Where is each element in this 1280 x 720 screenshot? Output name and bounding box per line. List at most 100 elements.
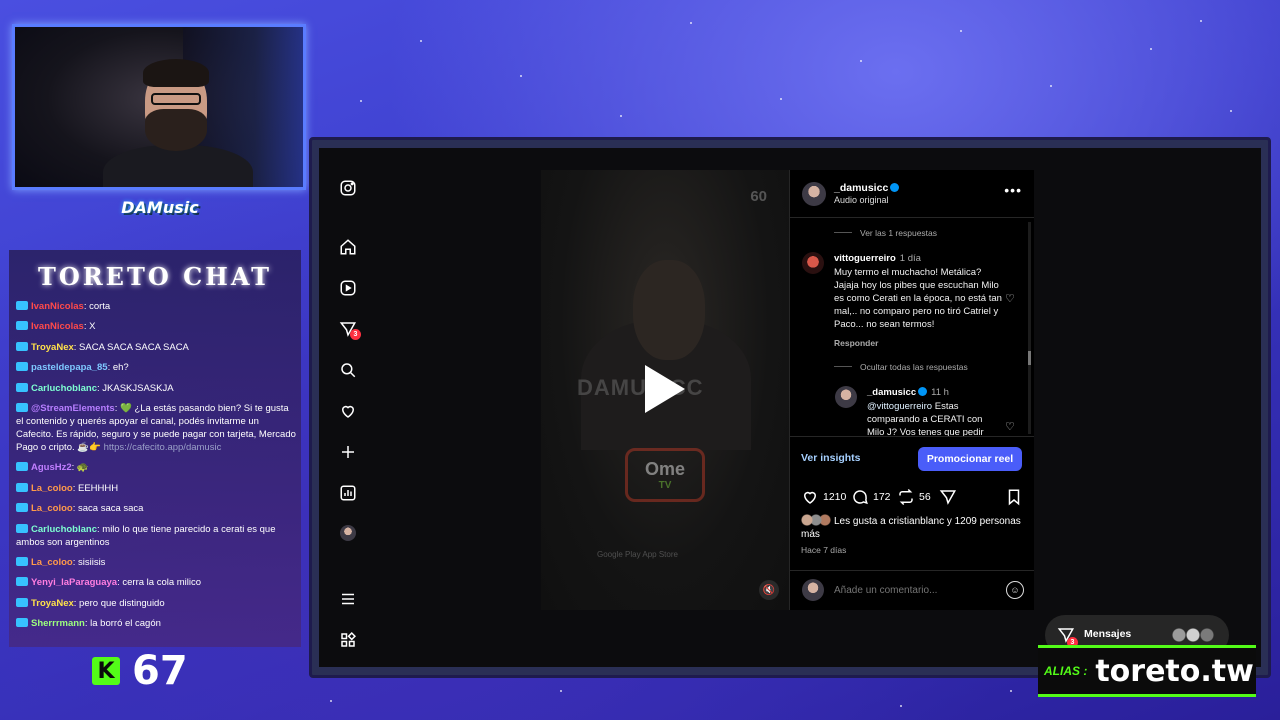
instagram-logo-icon[interactable] bbox=[338, 178, 358, 198]
menu-hamburger-icon[interactable] bbox=[338, 589, 358, 609]
view-insights-link[interactable]: Ver insights bbox=[801, 452, 861, 464]
chat-badge-icon bbox=[16, 503, 28, 513]
comment-text: Muy termo el muchacho! Metálica? Jajaja … bbox=[834, 267, 1002, 330]
chat-badge-icon bbox=[16, 597, 28, 607]
ome-tv-logo: Ome TV bbox=[625, 448, 705, 502]
chat-username[interactable]: TroyaNex bbox=[31, 598, 74, 609]
chat-username[interactable]: Carluchoblanc bbox=[31, 383, 97, 394]
reposts-count: 56 bbox=[919, 491, 931, 503]
chat-badge-icon bbox=[16, 321, 28, 331]
post-detail-panel: _damusicc Audio original ••• Ver las 1 r… bbox=[789, 170, 1034, 610]
create-plus-icon[interactable] bbox=[338, 442, 358, 462]
chat-message: La_coloo: saca saca saca bbox=[16, 502, 298, 515]
reply-like-icon[interactable]: ♡ bbox=[1005, 420, 1015, 433]
notification-badge: 3 bbox=[350, 329, 361, 340]
home-icon[interactable] bbox=[338, 237, 358, 257]
chat-badge-icon bbox=[16, 301, 28, 310]
reply-username[interactable]: _damusicc 11 h bbox=[867, 387, 949, 398]
reply-text: @vittoguerreiro Estas comparando a CERAT… bbox=[867, 401, 984, 437]
chat-messages: IvanNicolas: corta IvanNicolas: X TroyaNex… bbox=[16, 300, 298, 637]
chat-username[interactable]: La_coloo bbox=[31, 557, 73, 568]
author-avatar[interactable] bbox=[802, 182, 826, 206]
chat-username[interactable]: TroyaNex bbox=[31, 342, 74, 353]
commenter-avatar[interactable] bbox=[802, 252, 824, 274]
reply-button[interactable]: Responder bbox=[834, 338, 878, 348]
chat-text: : la borró el cagón bbox=[84, 618, 161, 630]
current-user-avatar bbox=[802, 579, 824, 601]
streamer-logo: DAMusic bbox=[121, 197, 199, 217]
share-button[interactable] bbox=[939, 488, 957, 506]
more-apps-icon[interactable] bbox=[338, 630, 358, 650]
direct-messages-icon[interactable]: 3 bbox=[338, 319, 361, 340]
reply-author-avatar[interactable] bbox=[835, 386, 857, 408]
chat-username[interactable]: Carluchoblanc bbox=[31, 524, 97, 535]
reel-kick-count: 60 bbox=[750, 188, 767, 205]
chat-message: La_coloo: sisiisis bbox=[16, 556, 298, 569]
liked-by-text[interactable]: Les gusta a cristianblanc y 1209 persona… bbox=[801, 514, 1026, 541]
search-icon[interactable] bbox=[338, 360, 358, 380]
chat-username[interactable]: La_coloo bbox=[31, 483, 73, 494]
chat-text: : corta bbox=[83, 301, 111, 312]
reels-icon[interactable] bbox=[338, 278, 358, 298]
viewer-counter: K 67 bbox=[92, 648, 202, 694]
comment-username[interactable]: vittoguerreiro 1 día bbox=[834, 253, 921, 264]
chat-username[interactable]: IvanNicolas bbox=[31, 321, 84, 332]
chat-username[interactable]: @StreamElements bbox=[31, 403, 115, 414]
chat-link[interactable]: https://cafecito.app/damusic bbox=[104, 442, 222, 453]
scrollbar-thumb[interactable] bbox=[1028, 351, 1031, 365]
comments-count: 172 bbox=[873, 491, 891, 503]
repost-icon bbox=[899, 488, 913, 506]
chat-username[interactable]: La_coloo bbox=[31, 503, 73, 514]
repost-button[interactable]: 56 bbox=[897, 488, 931, 506]
stream-chat: TORETO CHAT IvanNicolas: corta IvanNicola… bbox=[9, 250, 301, 647]
profile-avatar-icon[interactable] bbox=[338, 523, 358, 543]
likers-avatars bbox=[801, 514, 831, 526]
chat-text: : X bbox=[83, 321, 96, 333]
more-options-icon[interactable]: ••• bbox=[1004, 182, 1022, 198]
chat-text: : 🐢 bbox=[71, 462, 89, 474]
author-username[interactable]: _damusicc bbox=[834, 182, 900, 194]
like-button[interactable]: 1210 bbox=[801, 488, 846, 506]
chat-badge-icon bbox=[16, 618, 28, 628]
heart-notifications-icon[interactable] bbox=[338, 401, 358, 421]
comment-button[interactable]: 172 bbox=[851, 488, 891, 506]
alias-banner: ALIAS : toreto.tw bbox=[1038, 645, 1256, 697]
view-replies-link[interactable]: Ver las 1 respuestas bbox=[834, 228, 937, 238]
dashboard-icon[interactable] bbox=[338, 483, 358, 503]
emoji-icon[interactable]: ☺ bbox=[1006, 581, 1024, 599]
chat-message: Sherrrmann: la borró el cagón bbox=[16, 617, 298, 630]
chat-message: AgusHz2: 🐢 bbox=[16, 461, 298, 474]
chat-username[interactable]: Sherrrmann bbox=[31, 618, 85, 629]
promote-reel-button[interactable]: Promocionar reel bbox=[918, 447, 1022, 471]
heart-icon bbox=[803, 491, 817, 504]
instagram-sidebar: 3 bbox=[319, 148, 377, 667]
chat-username[interactable]: pasteldepapa_85 bbox=[31, 362, 108, 373]
chat-badge-icon bbox=[16, 577, 28, 587]
play-icon[interactable] bbox=[645, 365, 685, 413]
chat-message: IvanNicolas: corta bbox=[16, 300, 298, 313]
comment-like-icon[interactable]: ♡ bbox=[1005, 292, 1015, 305]
comment-icon bbox=[853, 490, 868, 505]
audio-label[interactable]: Audio original bbox=[834, 195, 889, 205]
comments-list[interactable]: Ver las 1 respuestas vittoguerreiro 1 día… bbox=[790, 218, 1034, 437]
post-actions-bar: Ver insights Promocionar reel bbox=[790, 437, 1034, 479]
messages-label: Mensajes bbox=[1084, 628, 1132, 640]
chat-message: La_coloo: EEHHHH bbox=[16, 482, 298, 495]
engagement-stats: 1210 172 56 bbox=[801, 488, 1026, 508]
reel-video[interactable]: 60 DAMUSICC Ome TV Google Play App Store… bbox=[541, 170, 789, 610]
comments-scrollbar[interactable] bbox=[1028, 222, 1031, 434]
hide-replies-link[interactable]: Ocultar todas las respuestas bbox=[834, 362, 968, 372]
chat-message: Carluchoblanc: JKASKJSASKJA bbox=[16, 382, 298, 395]
chat-username[interactable]: IvanNicolas bbox=[31, 301, 84, 312]
chat-username[interactable]: AgusHz2 bbox=[31, 462, 72, 473]
webcam-feed bbox=[12, 24, 306, 190]
add-comment-input[interactable] bbox=[834, 585, 984, 596]
chat-username[interactable]: Yenyi_laParaguaya bbox=[31, 577, 117, 588]
save-button[interactable] bbox=[1005, 488, 1023, 506]
chat-message: TroyaNex: pero que distinguido bbox=[16, 597, 298, 610]
chat-badge-icon bbox=[16, 482, 28, 492]
likes-count: 1210 bbox=[823, 491, 847, 503]
mute-icon[interactable]: 🔇 bbox=[759, 580, 779, 600]
instagram-window: 3 60 DAMUSICC Ome TV Google Play App Sto… bbox=[319, 148, 1261, 667]
chat-text: : pero que distinguido bbox=[73, 597, 165, 609]
